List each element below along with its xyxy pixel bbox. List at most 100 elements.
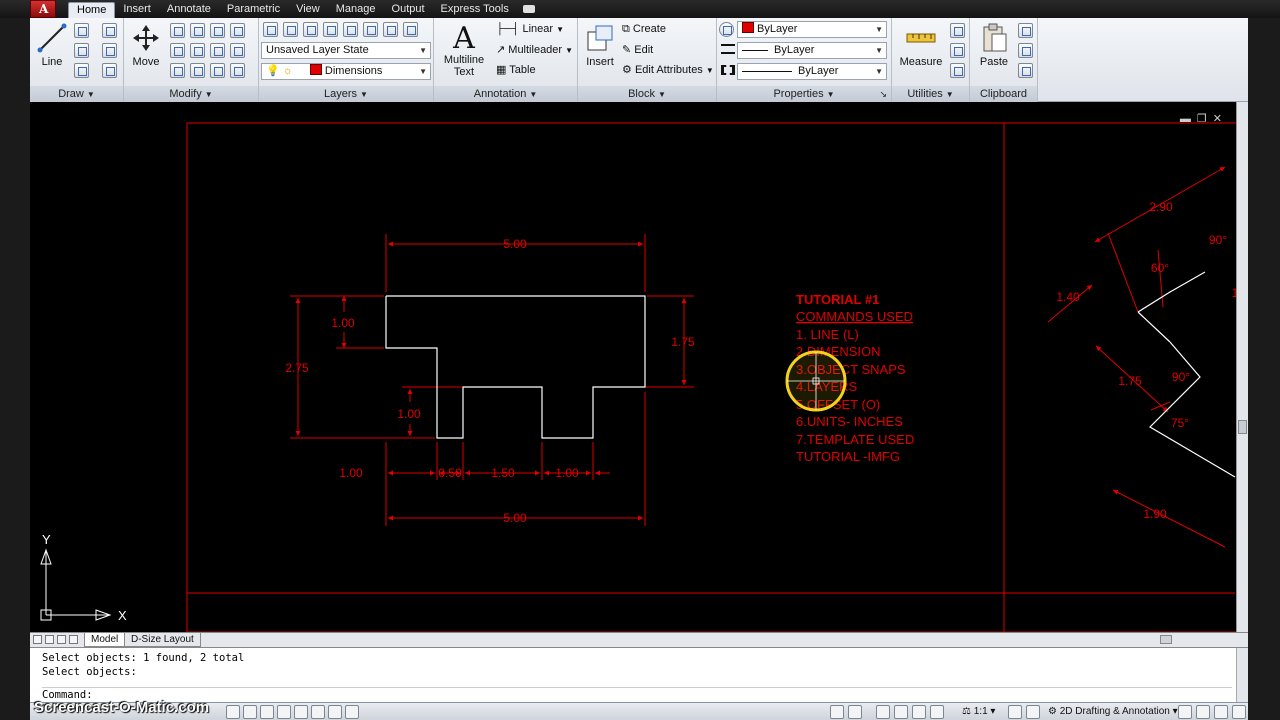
layer-off-icon[interactable] [363,22,378,37]
part-outline[interactable] [385,295,646,439]
tab-parametric[interactable]: Parametric [219,2,288,18]
quick-select-icon[interactable] [950,23,965,38]
create-block-button[interactable]: ⧉ Create [622,23,666,36]
paste-button[interactable]: Paste [974,22,1014,68]
rotate-icon[interactable] [170,23,185,38]
tab-home[interactable]: Home [68,2,116,18]
layer-properties-icon[interactable] [263,22,278,37]
linear-dimension-button[interactable]: ├─┤ Linear ▼ [496,23,564,35]
right-dim-3[interactable]: 60° [1151,261,1169,275]
prev-layout-icon[interactable] [45,635,54,644]
last-layout-icon[interactable] [69,635,78,644]
right-part-edge-3[interactable] [1137,311,1171,343]
draw-panel-title[interactable]: Draw ▼ [30,86,123,102]
right-dim-7[interactable]: 90° [1172,370,1190,384]
vertical-scrollbar[interactable] [1236,102,1248,632]
rectangle-icon[interactable] [102,43,117,58]
annotation-visibility-icon[interactable] [1008,705,1022,719]
tab-express-tools[interactable]: Express Tools [433,2,517,18]
annotation-panel-title[interactable]: Annotation ▼ [434,86,577,102]
hatch-icon[interactable] [102,63,117,78]
fillet-icon[interactable] [190,43,205,58]
tab-output[interactable]: Output [384,2,433,18]
clipboard-panel-title[interactable]: Clipboard [970,86,1037,102]
dim-bottom-seg-4[interactable]: 1.00 [555,466,579,480]
table-button[interactable]: ▦ Table [496,63,536,76]
break-icon[interactable] [230,63,245,78]
move-button[interactable]: Move [128,22,164,68]
right-dim-2[interactable]: 90° [1209,233,1227,247]
dim-bottom-seg-2[interactable]: 0.50 [438,466,462,480]
layer-match-icon[interactable] [283,22,298,37]
color-select[interactable]: ByLayer ▼ [737,21,887,38]
mirror-icon[interactable] [170,43,185,58]
workspace-select[interactable]: ⚙ 2D Drafting & Annotation ▾ [1048,706,1178,717]
array-icon[interactable] [190,63,205,78]
tab-model[interactable]: Model [84,633,126,647]
lineweight-select[interactable]: ByLayer ▼ [737,42,887,59]
layer-previous-icon[interactable] [303,22,318,37]
grid-display-icon[interactable] [243,705,257,719]
offset-icon[interactable] [210,63,225,78]
command-input[interactable]: Command: [42,687,1232,701]
trim-icon[interactable] [190,23,205,38]
multiline-text-button[interactable]: A Multiline Text [438,20,490,78]
dim-left-top[interactable]: 1.00 [331,316,355,330]
next-layout-icon[interactable] [57,635,66,644]
application-menu-button[interactable]: A [30,0,56,18]
tab-view[interactable]: View [288,2,328,18]
tab-manage[interactable]: Manage [328,2,384,18]
ortho-mode-icon[interactable] [260,705,274,719]
first-layout-icon[interactable] [33,635,42,644]
copy-icon[interactable] [230,23,245,38]
dim-left-inner[interactable]: 1.00 [397,407,421,421]
lock-icon[interactable] [1178,705,1192,719]
notes-subtitle[interactable]: COMMANDS USED [796,309,913,324]
ellipse-icon[interactable] [74,63,89,78]
measure-button[interactable]: Measure [896,22,946,68]
restore-icon[interactable]: ❐ [1197,113,1213,125]
layer-freeze-icon[interactable] [343,22,358,37]
copy-clip-icon[interactable] [1018,43,1033,58]
stretch-icon[interactable] [230,43,245,58]
annotation-scale-select[interactable]: ⚖ 1:1 ▾ [962,706,995,717]
layers-panel-title[interactable]: Layers ▼ [259,86,433,102]
auto-scale-icon[interactable] [1026,705,1040,719]
polyline-icon[interactable] [74,23,89,38]
scale-icon[interactable] [170,63,185,78]
edit-attributes-button[interactable]: ⚙ Edit Attributes ▼ [622,63,714,76]
zoom-icon[interactable] [894,705,908,719]
cut-icon[interactable] [1018,23,1033,38]
object-snap-icon[interactable] [294,705,308,719]
erase-icon[interactable] [210,23,225,38]
drawing-svg[interactable]: 5.00 5.00 2.75 1.00 1.00 1.75 1.00 0.50 … [30,102,1248,632]
horizontal-scroll-thumb[interactable] [1160,635,1172,644]
select-all-icon[interactable] [950,43,965,58]
utilities-panel-title[interactable]: Utilities ▼ [892,86,969,102]
circle-icon[interactable] [74,43,89,58]
properties-panel-title[interactable]: Properties ▼ ↘ [717,86,891,102]
right-dim-1[interactable]: 2.90 [1149,200,1173,214]
notes-line-1[interactable]: 1. LINE (L) [796,327,859,342]
dim-bottom-seg-1[interactable]: 1.00 [339,466,363,480]
match-icon[interactable] [1018,63,1033,78]
hardware-acceleration-icon[interactable] [1196,705,1210,719]
right-dim-9[interactable]: 1.90 [1143,507,1167,521]
right-dim-6[interactable]: 1.75 [1118,374,1142,388]
linetype-select[interactable]: ByLayer ▼ [737,63,887,80]
notes-line-6[interactable]: 6.UNITS- INCHES [796,414,903,429]
showmotion-icon[interactable] [930,705,944,719]
close-icon[interactable]: ✕ [1213,113,1228,125]
tab-insert[interactable]: Insert [115,2,159,18]
insert-block-button[interactable]: Insert [582,22,618,68]
polar-tracking-icon[interactable] [277,705,291,719]
arc-icon[interactable] [102,23,117,38]
dim-bottom-seg-3[interactable]: 1.50 [491,466,515,480]
layer-state-select[interactable]: Unsaved Layer State ▼ [261,42,431,59]
notes-line-8[interactable]: TUTORIAL -IMFG [796,449,900,464]
block-panel-title[interactable]: Block ▼ [578,86,716,102]
right-dim-5[interactable]: 1.40 [1056,290,1080,304]
right-dim-8[interactable]: 75° [1171,416,1189,430]
dim-bottom-width[interactable]: 5.00 [503,511,527,525]
layer-walk-icon[interactable] [403,22,418,37]
